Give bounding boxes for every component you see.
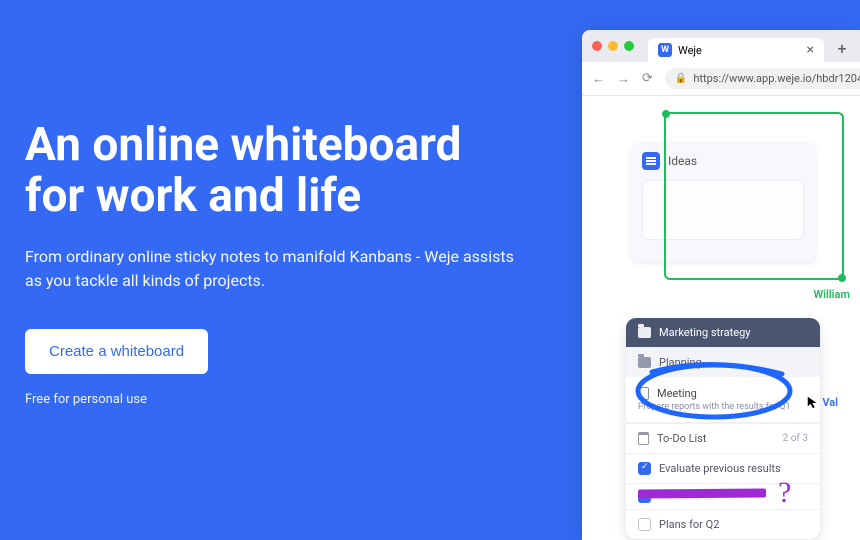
checkbox-checked-icon[interactable] <box>638 462 651 475</box>
whiteboard-canvas[interactable]: Ideas William Marketing strategy Plannin… <box>582 96 860 540</box>
todo-item-plans[interactable]: Plans for Q2 <box>626 509 820 539</box>
clipboard-icon <box>638 432 649 445</box>
create-whiteboard-button[interactable]: Create a whiteboard <box>25 329 208 374</box>
browser-tab[interactable]: W Weje × <box>648 38 824 62</box>
hero-subtitle: From ordinary online sticky notes to man… <box>25 245 525 293</box>
new-tab-button[interactable]: + <box>834 40 850 56</box>
todo-label: To-Do List <box>657 432 706 445</box>
meeting-row[interactable]: Meeting <box>626 377 820 402</box>
todo-item-documents[interactable]: Documents <box>626 483 820 509</box>
folder-icon <box>638 357 651 368</box>
ideas-card-title: Ideas <box>668 154 697 168</box>
page-icon <box>638 387 649 400</box>
meeting-note: Prepare reports with the results for Q1 <box>626 402 820 423</box>
forward-icon[interactable]: → <box>617 71 630 87</box>
meeting-label: Meeting <box>657 387 697 400</box>
todo-header[interactable]: To-Do List 2 of 3 <box>626 423 820 453</box>
favicon-icon: W <box>658 43 672 57</box>
folder-icon <box>638 327 651 338</box>
todo-count: 2 of 3 <box>783 433 808 444</box>
lock-icon: 🔒 <box>675 73 687 84</box>
ideas-card[interactable]: Ideas <box>630 142 816 262</box>
url-text: https://www.app.weje.io/hbdr1204/ <box>693 72 860 85</box>
user-label-william: William <box>813 288 850 301</box>
marketing-title: Marketing strategy <box>659 326 750 339</box>
planning-label: Planning <box>659 356 702 369</box>
remote-cursor-val: Val <box>806 395 838 409</box>
maximize-icon[interactable] <box>624 41 634 51</box>
todo-item-label: Plans for Q2 <box>659 518 719 531</box>
hero-title: An online whiteboard for work and life <box>25 120 525 221</box>
ideas-card-body[interactable] <box>642 180 804 240</box>
planning-section[interactable]: Planning <box>626 347 820 377</box>
minimize-icon[interactable] <box>608 41 618 51</box>
checkbox-unchecked-icon[interactable] <box>638 518 651 531</box>
url-bar[interactable]: 🔒 https://www.app.weje.io/hbdr1204/ <box>665 68 860 89</box>
todo-item-label: Documents <box>659 490 715 503</box>
browser-titlebar: W Weje × + <box>582 30 860 62</box>
browser-toolbar: ← → ⟳ 🔒 https://www.app.weje.io/hbdr1204… <box>582 62 860 96</box>
close-icon[interactable] <box>592 41 602 51</box>
reload-icon[interactable]: ⟳ <box>642 71 653 86</box>
document-icon <box>642 152 660 170</box>
checkbox-checked-icon[interactable] <box>638 490 651 503</box>
marketing-card[interactable]: Marketing strategy Planning Meeting Prep… <box>626 318 820 539</box>
back-icon[interactable]: ← <box>592 71 605 87</box>
tab-title: Weje <box>678 44 702 57</box>
todo-item-label: Evaluate previous results <box>659 462 781 475</box>
tab-close-icon[interactable]: × <box>807 42 814 58</box>
browser-mockup: W Weje × + ← → ⟳ 🔒 https://www.app.weje.… <box>582 30 860 540</box>
marketing-card-header[interactable]: Marketing strategy <box>626 318 820 347</box>
todo-item-evaluate[interactable]: Evaluate previous results <box>626 453 820 483</box>
cursor-label: Val <box>822 396 838 409</box>
hero-note: Free for personal use <box>25 392 525 407</box>
